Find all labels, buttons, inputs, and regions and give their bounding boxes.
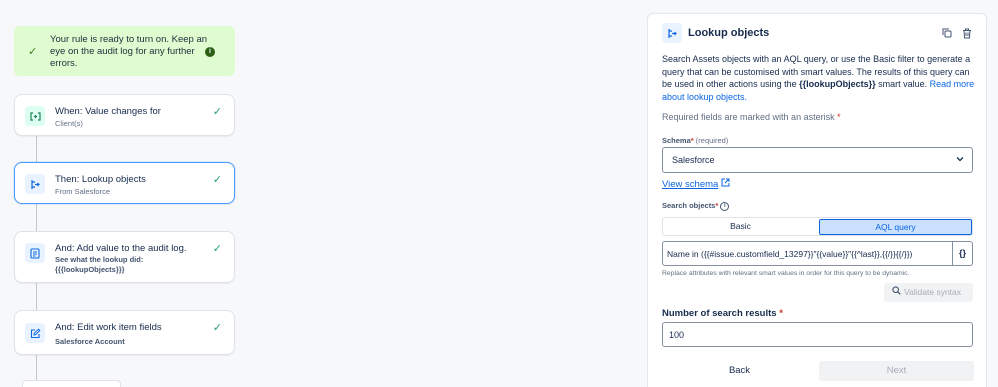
rule-step-trigger[interactable]: When: Value changes for Client(s) ✓ xyxy=(14,94,235,136)
step-title: And: Add value to the audit log. xyxy=(55,243,187,254)
schema-label-text: Schema xyxy=(662,136,691,145)
step-title: And: Edit work item fields xyxy=(55,322,162,333)
success-banner: ✓ Your rule is ready to turn on. Keep an… xyxy=(14,26,235,76)
results-count-input[interactable]: 100 xyxy=(662,322,973,347)
step-subtitle: From Salesforce xyxy=(55,187,111,196)
step-subtitle: See what the lookup did: {{{lookupObject… xyxy=(55,255,144,274)
info-icon[interactable]: i xyxy=(205,47,215,57)
check-icon: ✓ xyxy=(212,106,222,118)
panel-title: Lookup objects xyxy=(688,27,770,39)
view-schema-link[interactable]: View schema xyxy=(662,178,730,190)
search-icon xyxy=(892,283,901,302)
next-button[interactable]: Next xyxy=(819,361,974,381)
step-title: When: Value changes for xyxy=(55,106,161,117)
validate-syntax-button[interactable]: Validate syntax xyxy=(884,283,973,302)
aql-query-input[interactable]: Name in ({{#issue.customfield_13297}}"{{… xyxy=(662,241,953,266)
duplicate-icon[interactable] xyxy=(940,26,954,40)
required-note: Required fields are marked with an aster… xyxy=(662,112,841,122)
search-mode-toggle: Basic AQL query xyxy=(662,217,973,236)
edit-icon xyxy=(25,323,45,343)
aql-mode-button[interactable]: AQL query xyxy=(819,219,972,235)
check-icon: ✓ xyxy=(212,322,222,334)
validate-label: Validate syntax xyxy=(904,287,962,297)
description-text-2: smart value. xyxy=(875,79,930,89)
lookup-icon xyxy=(662,23,682,43)
smart-value-code: {{lookupObjects}} xyxy=(799,79,876,89)
chevron-down-icon xyxy=(956,155,964,164)
add-component-card[interactable] xyxy=(22,380,121,387)
schema-select[interactable]: Salesforce xyxy=(662,147,973,173)
schema-label: Schema* (required) xyxy=(662,136,729,145)
audit-log-icon xyxy=(25,243,45,263)
results-label-text: Number of search results xyxy=(662,308,777,319)
search-label-text: Search objects xyxy=(662,201,716,210)
schema-value: Salesforce xyxy=(672,155,715,165)
required-tag: (required) xyxy=(695,136,729,145)
check-icon: ✓ xyxy=(212,174,222,186)
view-schema-text: View schema xyxy=(662,179,719,190)
back-button[interactable]: Back xyxy=(662,361,817,381)
component-config-panel: Lookup objects Search Assets objects wit… xyxy=(647,13,987,387)
checkmark-icon: ✓ xyxy=(28,46,38,58)
panel-header: Lookup objects xyxy=(662,23,974,43)
external-link-icon xyxy=(721,178,730,189)
lookup-icon xyxy=(25,174,45,194)
search-objects-label: Search objects* i xyxy=(662,201,730,211)
delete-icon[interactable] xyxy=(960,26,974,40)
panel-description: Search Assets objects with an AQL query,… xyxy=(662,53,978,103)
rule-step-lookup[interactable]: Then: Lookup objects From Salesforce ✓ xyxy=(14,162,235,204)
smart-values-button[interactable]: {} xyxy=(953,241,973,266)
results-label: Number of search results * xyxy=(662,308,783,319)
basic-mode-button[interactable]: Basic xyxy=(663,218,818,235)
rule-canvas: ✓ Your rule is ready to turn on. Keep an… xyxy=(0,0,640,387)
rule-step-audit-log[interactable]: And: Add value to the audit log. See wha… xyxy=(14,231,235,283)
step-subtitle: Salesforce Account xyxy=(55,337,125,346)
trigger-icon xyxy=(25,106,45,126)
rule-step-edit-fields[interactable]: And: Edit work item fields Salesforce Ac… xyxy=(14,310,235,355)
info-icon[interactable]: i xyxy=(720,201,730,211)
required-note-text: Required fields are marked with an aster… xyxy=(662,112,835,122)
banner-text: Your rule is ready to turn on. Keep an e… xyxy=(50,34,208,69)
check-icon: ✓ xyxy=(212,243,222,255)
step-title: Then: Lookup objects xyxy=(55,174,146,185)
query-hint: Replace attributes with relevant smart v… xyxy=(662,270,910,277)
step-subtitle: Client(s) xyxy=(55,119,83,128)
